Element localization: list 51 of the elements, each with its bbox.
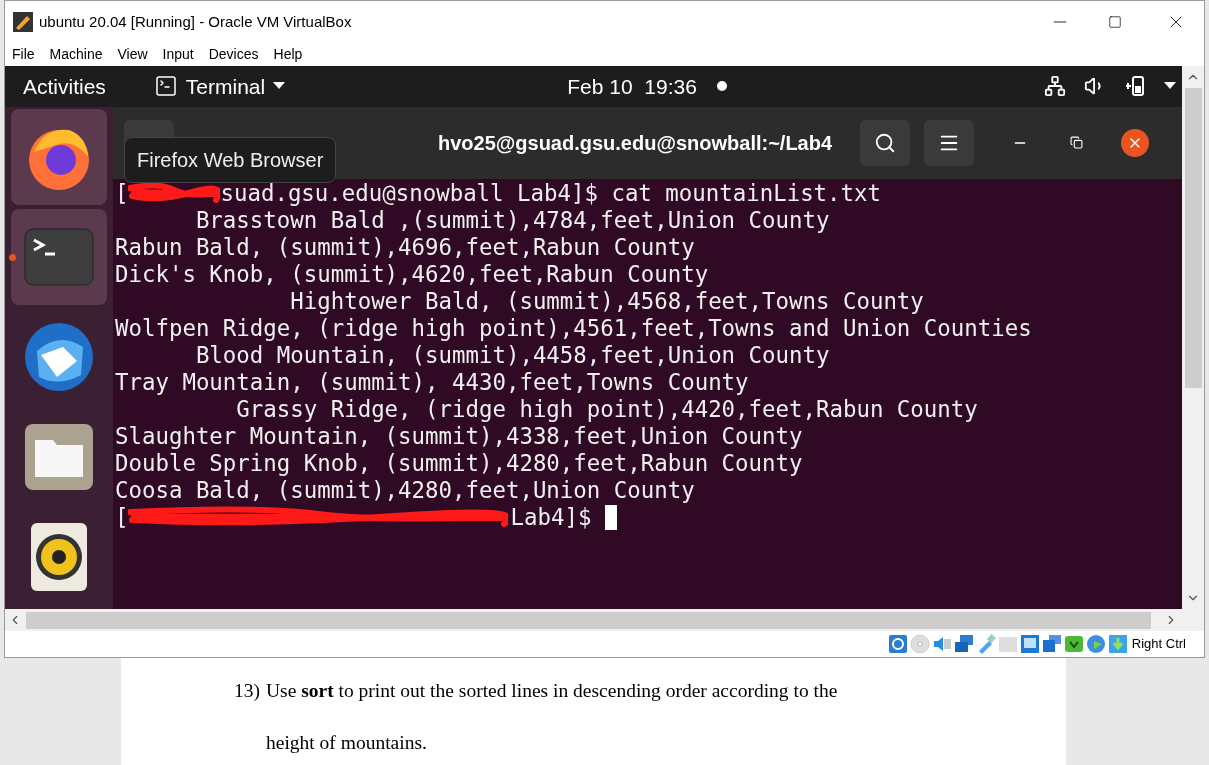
caret-icon — [273, 82, 286, 91]
app-logo-icon — [13, 12, 33, 33]
menu-item[interactable]: Input — [162, 44, 194, 66]
terminal-line: Blood Mountain, (summit),4458,feet,Union County — [194, 341, 830, 369]
search-icon — [874, 131, 897, 154]
windows-icon[interactable] — [1041, 634, 1062, 654]
caret-icon — [1164, 82, 1176, 91]
prompt-text: Lab4]$ — [510, 503, 592, 531]
terminal-title: hvo25@gsuad.gsu.edu@snowball:~/Lab4 — [438, 130, 833, 156]
maximize-icon[interactable] — [1108, 15, 1122, 30]
terminal-line: Dick's Knob, (summit),4620,feet,Rabun County — [115, 260, 709, 288]
terminal-line: Coosa Bald, (summit),4280,feet,Union County — [115, 476, 695, 504]
terminal-line: Double Spring Knob, (summit),4280,feet,Rabun County — [115, 449, 803, 477]
activities-button[interactable]: Activities — [23, 70, 106, 103]
app-menu[interactable]: Terminal — [185, 70, 266, 103]
menu-item[interactable]: Machine — [49, 44, 103, 66]
host-key-label: Right Ctrl — [1131, 635, 1186, 654]
bird-envelope-icon — [23, 320, 95, 393]
dock-item[interactable] — [11, 108, 107, 205]
menu-item[interactable]: Devices — [208, 44, 259, 66]
window-title: ubuntu 20.04 [Running] - Oracle VM VirtualBox — [39, 12, 352, 33]
menu-item[interactable]: Help — [273, 44, 303, 66]
prompt-bracket: [ — [115, 503, 129, 531]
menu-item[interactable]: View — [117, 44, 148, 66]
instruction-text: Use sort to print out the sorted lines in descending order according to the — [266, 679, 838, 703]
terminal-line: Tray Mountain, (summit), 4430,feet,Towns County — [115, 368, 749, 396]
terminal-line: Wolfpen Ridge, (ridge high point),4561,feet,Towns and Union Counties — [115, 314, 1032, 342]
arrow-down-icon[interactable] — [1107, 634, 1128, 654]
menu-item[interactable]: File — [12, 44, 35, 66]
terminal-line: Brasstown Bald ,(summit),4784,feet,Union County — [194, 206, 830, 234]
terminal-line: Rabun Bald, (summit),4696,feet,Rabun County — [115, 233, 695, 261]
audio-icon[interactable] — [931, 634, 952, 654]
list-number: 13) — [234, 679, 261, 703]
folder-icon — [25, 423, 93, 490]
tooltip: Firefox Web Browser — [124, 136, 337, 183]
speaker-icon — [31, 522, 87, 591]
restore-icon[interactable] — [1070, 136, 1084, 150]
text-cursor — [605, 504, 618, 530]
instruction-text: height of mountains. — [266, 731, 427, 756]
display-icon[interactable] — [1019, 634, 1040, 654]
terminal-line: Grassy Ridge, (ridge high point),4420,feet,Rabun County — [235, 395, 978, 423]
close-button[interactable] — [1121, 128, 1150, 157]
search-button[interactable] — [860, 119, 911, 166]
terminal-line: Slaughter Mountain, (summit),4338,feet,Union County — [115, 422, 803, 450]
menu-button[interactable] — [924, 119, 975, 166]
vertical-scrollbar[interactable] — [1182, 65, 1204, 610]
horizontal-scrollbar[interactable] — [5, 609, 1204, 632]
terminal-icon — [24, 227, 94, 286]
terminal-line: Hightower Bald, (summit),4568,feet,Towns County — [289, 287, 924, 315]
clock[interactable]: Feb 10 19:36 — [567, 70, 697, 103]
terminal-icon — [153, 74, 178, 99]
